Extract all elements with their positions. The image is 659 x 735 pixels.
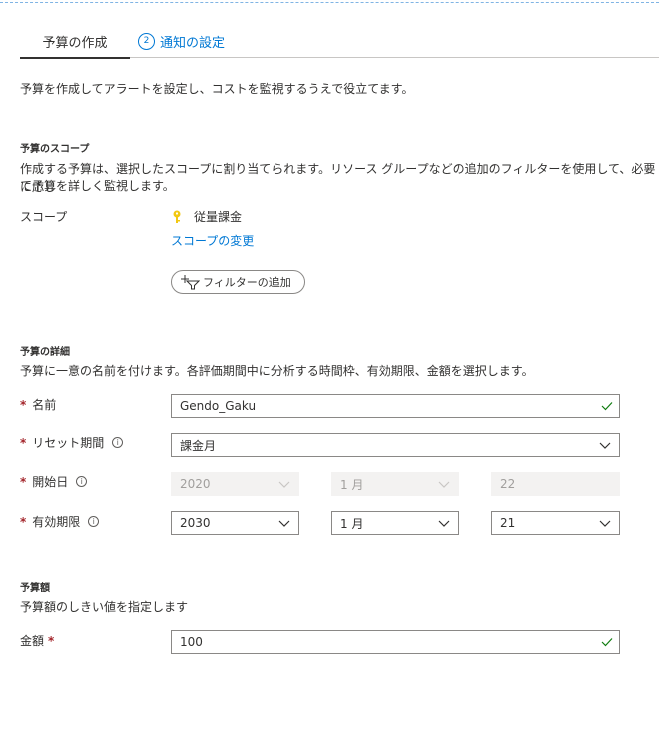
amount-label-text: 金額 xyxy=(20,634,45,648)
start-month-value: 1 月 xyxy=(340,477,364,492)
expire-year-value: 2030 xyxy=(180,516,211,530)
start-day-value: 22 xyxy=(500,477,516,491)
chevron-down-icon xyxy=(278,520,290,527)
scope-description-line2: て予算を詳しく監視します。 xyxy=(20,179,175,193)
info-icon[interactable]: i xyxy=(112,437,124,448)
tab-set-notifications-label: 通知の設定 xyxy=(160,35,226,51)
reset-period-select[interactable]: 課金月 xyxy=(171,433,620,457)
start-date-label-text: 開始日 xyxy=(32,475,69,489)
tab-create-budget-label: 予算の作成 xyxy=(42,35,108,51)
expire-day-select[interactable]: 21 xyxy=(491,511,620,535)
start-year-value: 2020 xyxy=(180,477,211,491)
expire-month-select[interactable]: 1 月 xyxy=(331,511,459,535)
tab-create-budget[interactable]: 予算の作成 xyxy=(20,24,130,59)
add-filter-label: フィルターの追加 xyxy=(203,276,291,289)
tab-set-notifications[interactable]: 2 通知の設定 xyxy=(138,24,225,58)
wizard-tabs: 予算の作成 2 通知の設定 xyxy=(20,24,659,59)
intro-text: 予算を作成してアラートを設定し、コストを監視するうえで役立てます。 xyxy=(20,82,414,96)
info-icon[interactable]: i xyxy=(88,516,100,527)
required-mark: * xyxy=(20,435,27,450)
name-input[interactable]: Gendo_Gaku xyxy=(171,394,620,418)
chevron-down-icon xyxy=(438,481,450,488)
expiration-label-text: 有効期限 xyxy=(32,515,81,529)
reset-period-label-text: リセット期間 xyxy=(32,436,105,450)
reset-period-label: * リセット期間 i xyxy=(20,434,124,451)
chevron-down-icon xyxy=(599,520,611,527)
amount-input-value: 100 xyxy=(180,635,203,649)
expire-day-value: 21 xyxy=(500,516,516,530)
required-mark: * xyxy=(20,514,27,529)
start-day-field: 22 xyxy=(491,472,620,496)
top-dashed-border xyxy=(0,2,659,3)
chevron-down-icon xyxy=(438,520,450,527)
step-number-icon: 2 xyxy=(138,32,155,50)
expire-year-select[interactable]: 2030 xyxy=(171,511,299,535)
required-mark: * xyxy=(20,397,27,412)
details-section-title: 予算の詳細 xyxy=(20,347,70,358)
scope-section-title: 予算のスコープ xyxy=(20,144,90,155)
name-input-value: Gendo_Gaku xyxy=(180,399,257,413)
chevron-down-icon xyxy=(278,481,290,488)
amount-label: 金額 * xyxy=(20,632,54,649)
add-filter-button[interactable]: フィルターの追加 xyxy=(171,270,305,294)
start-date-label: * 開始日 i xyxy=(20,473,88,490)
valid-check-icon xyxy=(601,402,613,411)
name-label-text: 名前 xyxy=(32,398,57,412)
start-month-select: 1 月 xyxy=(331,472,459,496)
key-icon xyxy=(173,210,181,223)
scope-label: スコープ xyxy=(20,210,68,224)
name-label: * 名前 xyxy=(20,396,56,413)
add-filter-icon xyxy=(181,275,200,290)
start-year-select: 2020 xyxy=(171,472,299,496)
amount-input[interactable]: 100 xyxy=(171,630,620,654)
amount-description: 予算額のしきい値を指定します xyxy=(20,600,189,614)
change-scope-link[interactable]: スコープの変更 xyxy=(171,232,254,249)
expire-month-value: 1 月 xyxy=(340,516,364,531)
expiration-label: * 有効期限 i xyxy=(20,513,100,530)
required-mark: * xyxy=(20,474,27,489)
valid-check-icon xyxy=(601,638,613,647)
required-mark: * xyxy=(48,633,55,648)
scope-value: 従量課金 xyxy=(194,210,243,224)
amount-section-title: 予算額 xyxy=(20,583,50,594)
info-icon[interactable]: i xyxy=(76,476,88,487)
details-description: 予算に一意の名前を付けます。各評価期間中に分析する時間枠、有効期限、金額を選択し… xyxy=(20,364,534,378)
chevron-down-icon xyxy=(599,442,611,449)
reset-period-value: 課金月 xyxy=(180,438,217,453)
